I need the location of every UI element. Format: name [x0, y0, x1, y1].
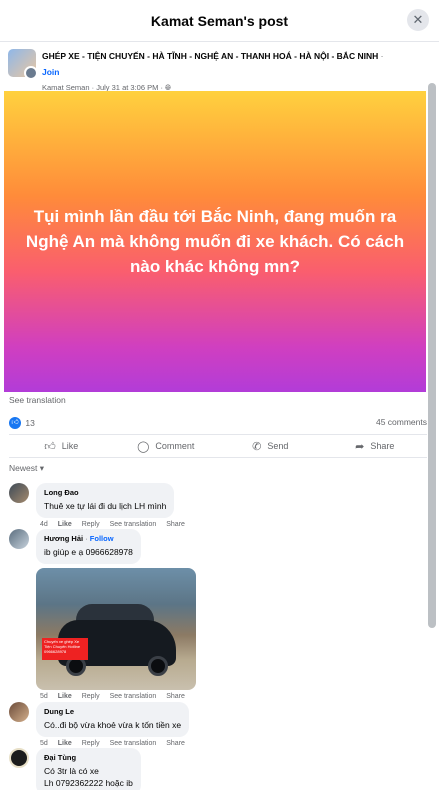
comment-button[interactable]: ◯ Comment: [114, 435, 219, 457]
comment-item: Long Đao Thuê xe tự lái đi du lịch LH mì…: [9, 483, 193, 528]
comment-like-button[interactable]: Like: [58, 521, 72, 528]
post-text-banner: Tụi mình lần đầu tới Bắc Ninh, đang muốn…: [4, 91, 426, 392]
post-text: Tụi mình lần đầu tới Bắc Ninh, đang muốn…: [25, 207, 405, 276]
post-scroll-area[interactable]: GHÉP XE - TIỆN CHUYẾN - HÀ TĨNH - NGHỆ A…: [0, 43, 439, 790]
commenter-name[interactable]: Long Đao: [44, 488, 166, 497]
author-avatar[interactable]: [24, 66, 38, 80]
group-name-link[interactable]: GHÉP XE - TIỆN CHUYẾN - HÀ TĨNH - NGHỆ A…: [42, 51, 378, 61]
commenter-name[interactable]: Đại Tùng: [44, 753, 133, 762]
comment-image[interactable]: Chuyến xe ghép Xe Tiện Chuyến Hotline 09…: [36, 568, 196, 690]
share-arrow-icon: ➦: [355, 440, 365, 453]
comment-translate-link[interactable]: See translation: [110, 740, 157, 747]
join-button[interactable]: Join: [42, 67, 59, 77]
comment-bubble: Đại Tùng Có 3tr là có xe Lh 0792362222 h…: [36, 748, 141, 790]
post-actions: 👍︎ Like ◯ Comment ✆ Send ➦ Share: [9, 434, 427, 458]
close-icon: ✕: [412, 12, 424, 27]
comment-bubble: Hương Hải · Follow ib giúp e ạ 096662897…: [36, 529, 141, 564]
comment-text: Có..đi bộ vừa khoẻ vừa k tốn tiền xe: [44, 720, 182, 730]
comment-share-button[interactable]: Share: [166, 521, 185, 528]
like-button[interactable]: 👍︎ Like: [9, 435, 114, 457]
comment-sort-dropdown[interactable]: Newest ▾: [9, 463, 44, 474]
see-translation-link[interactable]: See translation: [9, 395, 66, 405]
comment-item: Đại Tùng Có 3tr là có xe Lh 0792362222 h…: [9, 748, 141, 790]
comment-share-button[interactable]: Share: [166, 740, 185, 747]
comment-reply-button[interactable]: Reply: [82, 740, 100, 747]
comment-meta: 5d Like Reply See translation Share: [40, 740, 193, 747]
close-button[interactable]: ✕: [407, 9, 429, 31]
comment-item: Hương Hải · Follow ib giúp e ạ 096662897…: [9, 529, 196, 700]
reaction-count[interactable]: 13: [25, 418, 34, 428]
send-button[interactable]: ✆ Send: [218, 435, 323, 457]
commenter-avatar[interactable]: [9, 748, 29, 768]
comment-share-button[interactable]: Share: [166, 693, 185, 700]
image-caption: Chuyến xe ghép Xe Tiện Chuyến Hotline 09…: [42, 638, 88, 660]
commenter-avatar[interactable]: [9, 483, 29, 503]
reaction-stats: 👍︎ 13 45 comments: [9, 417, 427, 431]
comment-text-line: Có 3tr là có xe: [44, 766, 99, 776]
follow-button[interactable]: Follow: [90, 534, 114, 543]
comment-translate-link[interactable]: See translation: [110, 693, 157, 700]
commenter-name[interactable]: Dung Le: [44, 707, 181, 716]
comment-reply-button[interactable]: Reply: [82, 693, 100, 700]
comment-text: Thuê xe tự lái đi du lịch LH mình: [44, 501, 167, 511]
comment-item: Dung Le Có..đi bộ vừa khoẻ vừa k tốn tiề…: [9, 702, 193, 747]
commenter-avatar[interactable]: [9, 529, 29, 549]
comment-like-button[interactable]: Like: [58, 740, 72, 747]
comment-bubble: Long Đao Thuê xe tự lái đi du lịch LH mì…: [36, 483, 175, 518]
comment-meta: 5d Like Reply See translation Share: [40, 693, 196, 700]
comment-time[interactable]: 5d: [40, 740, 48, 747]
comment-text: ib giúp e ạ 0966628978: [44, 547, 133, 557]
comment-bubble-icon: ◯: [137, 440, 150, 453]
comment-count[interactable]: 45 comments: [376, 417, 427, 427]
post-dialog: Kamat Seman's post ✕ GHÉP XE - TIỆN CHUY…: [0, 0, 439, 790]
dialog-header: Kamat Seman's post ✕: [0, 0, 439, 42]
comment-bubble: Dung Le Có..đi bộ vừa khoẻ vừa k tốn tiề…: [36, 702, 190, 737]
commenter-name[interactable]: Hương Hải: [44, 534, 83, 543]
separator: ·: [380, 51, 384, 61]
car-wheel: [148, 656, 168, 676]
thumbs-up-icon: 👍︎: [44, 440, 56, 453]
share-button[interactable]: ➦ Share: [323, 435, 428, 457]
comment-time[interactable]: 5d: [40, 693, 48, 700]
comment-text-line: Lh 0792362222 hoặc ib: [44, 778, 133, 788]
group-avatar[interactable]: [8, 49, 38, 80]
comment-meta: 4d Like Reply See translation Share: [40, 521, 193, 528]
comment-translate-link[interactable]: See translation: [110, 521, 157, 528]
like-reaction-icon[interactable]: 👍︎: [9, 417, 21, 429]
comment-reply-button[interactable]: Reply: [82, 521, 100, 528]
commenter-avatar[interactable]: [9, 702, 29, 722]
messenger-icon: ✆: [252, 440, 262, 453]
comment-like-button[interactable]: Like: [58, 693, 72, 700]
dialog-title: Kamat Seman's post: [150, 12, 289, 29]
scrollbar-thumb[interactable]: [428, 83, 436, 628]
post-header: GHÉP XE - TIỆN CHUYẾN - HÀ TĨNH - NGHỆ A…: [0, 43, 439, 92]
caret-down-icon: ▾: [39, 463, 44, 473]
comment-time[interactable]: 4d: [40, 521, 48, 528]
